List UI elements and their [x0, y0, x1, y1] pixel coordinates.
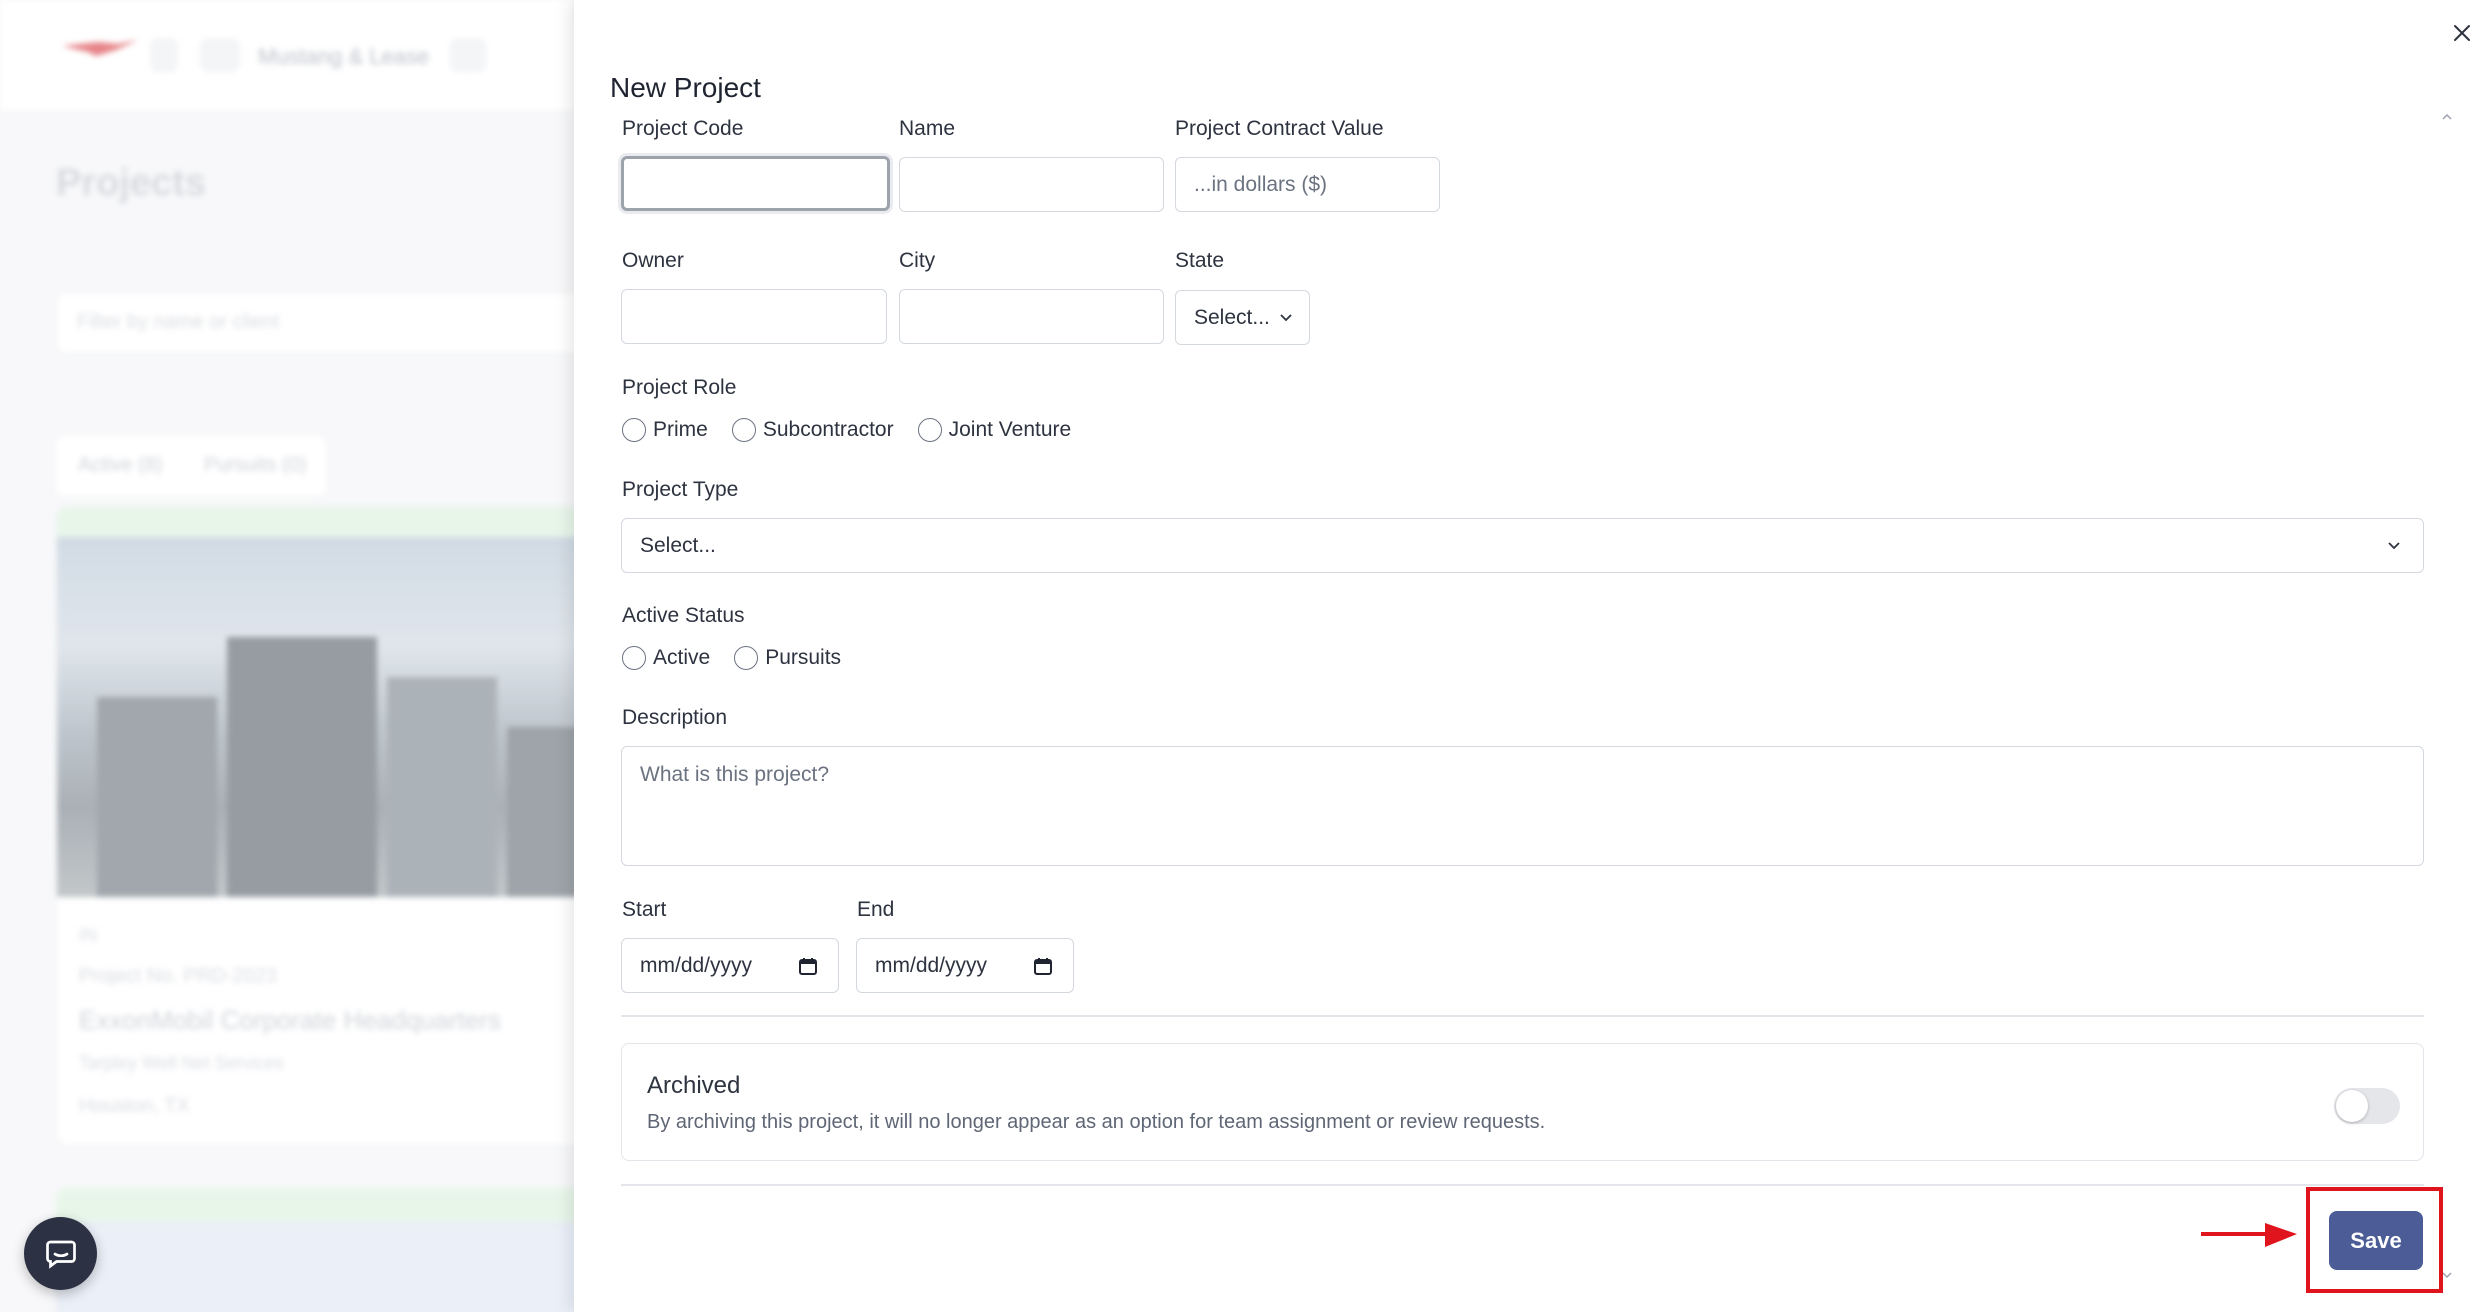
- calendar-icon[interactable]: [1033, 956, 1053, 976]
- radio-button[interactable]: [622, 418, 646, 442]
- section-divider: [621, 1015, 2424, 1017]
- radio-label: Pursuits: [765, 646, 842, 669]
- state-select-value: Select...: [1194, 305, 1270, 329]
- radio-label: Subcontractor: [762, 418, 894, 441]
- start-label: Start: [622, 898, 667, 921]
- start-date-input[interactable]: mm/dd/yyyy: [621, 938, 839, 993]
- owner-input[interactable]: [621, 289, 887, 344]
- active-status-label: Active Status: [622, 604, 745, 627]
- project-code-label: Project Code: [622, 117, 744, 140]
- chat-icon: [45, 1240, 76, 1269]
- chevron-up-icon[interactable]: [2440, 110, 2454, 124]
- project-type-select[interactable]: Select...: [621, 518, 2424, 573]
- close-button[interactable]: [2447, 18, 2477, 48]
- city-label: City: [899, 249, 936, 272]
- radio-button[interactable]: [731, 418, 756, 442]
- save-button[interactable]: Save: [2329, 1211, 2423, 1270]
- owner-label: Owner: [622, 249, 684, 272]
- project-role-radio-group: Prime Subcontractor Joint Venture: [622, 418, 1095, 442]
- state-select[interactable]: Select...: [1175, 290, 1310, 345]
- description-label: Description: [622, 706, 728, 729]
- start-date-value: mm/dd/yyyy: [640, 953, 753, 977]
- modal-overlay[interactable]: [0, 0, 574, 1312]
- name-input[interactable]: [899, 157, 1164, 212]
- contract-value-input[interactable]: [1175, 157, 1440, 212]
- radio-button[interactable]: [917, 418, 942, 442]
- archived-title: Archived: [647, 1072, 741, 1099]
- contract-value-label: Project Contract Value: [1175, 117, 1384, 140]
- radio-label: Prime: [653, 418, 708, 441]
- end-date-input[interactable]: mm/dd/yyyy: [856, 938, 1074, 993]
- footer-divider: [621, 1184, 2424, 1186]
- chevron-down-icon: [2385, 536, 2403, 554]
- project-type-select-value: Select...: [640, 533, 716, 557]
- chevron-down-icon: [1277, 308, 1295, 326]
- calendar-icon[interactable]: [798, 956, 818, 976]
- radio-option-pursuits[interactable]: Pursuits: [734, 646, 841, 670]
- radio-option-joint-venture[interactable]: Joint Venture: [917, 418, 1072, 442]
- project-role-label: Project Role: [622, 376, 737, 399]
- chat-launcher-button[interactable]: [24, 1217, 97, 1290]
- project-type-label: Project Type: [622, 478, 739, 501]
- radio-label: Active: [653, 646, 711, 669]
- archived-section: Archived By archiving this project, it w…: [621, 1043, 2424, 1161]
- project-code-input[interactable]: [621, 156, 890, 211]
- state-label: State: [1175, 249, 1225, 272]
- new-project-panel: New Project Project Code Name Project Co…: [574, 0, 2491, 1312]
- arrow-right-icon: [2199, 1217, 2299, 1257]
- background-app: Mustang & Lease Projects Filter by name …: [0, 0, 574, 1312]
- radio-option-prime[interactable]: Prime: [622, 418, 708, 442]
- radio-option-active[interactable]: Active: [622, 646, 710, 670]
- radio-label: Joint Venture: [948, 418, 1072, 441]
- active-status-radio-group: Active Pursuits: [622, 646, 865, 670]
- city-input[interactable]: [899, 289, 1164, 344]
- end-label: End: [857, 898, 895, 921]
- name-label: Name: [899, 117, 956, 140]
- description-textarea[interactable]: [621, 746, 2424, 866]
- end-date-value: mm/dd/yyyy: [875, 953, 988, 977]
- panel-title: New Project: [610, 72, 761, 103]
- radio-button[interactable]: [622, 646, 646, 670]
- close-icon: [2454, 25, 2470, 41]
- toggle-knob: [2336, 1090, 2368, 1122]
- archived-toggle[interactable]: [2334, 1088, 2400, 1124]
- radio-option-subcontractor[interactable]: Subcontractor: [731, 418, 894, 442]
- radio-button[interactable]: [734, 646, 759, 670]
- archived-description: By archiving this project, it will no lo…: [647, 1111, 1546, 1133]
